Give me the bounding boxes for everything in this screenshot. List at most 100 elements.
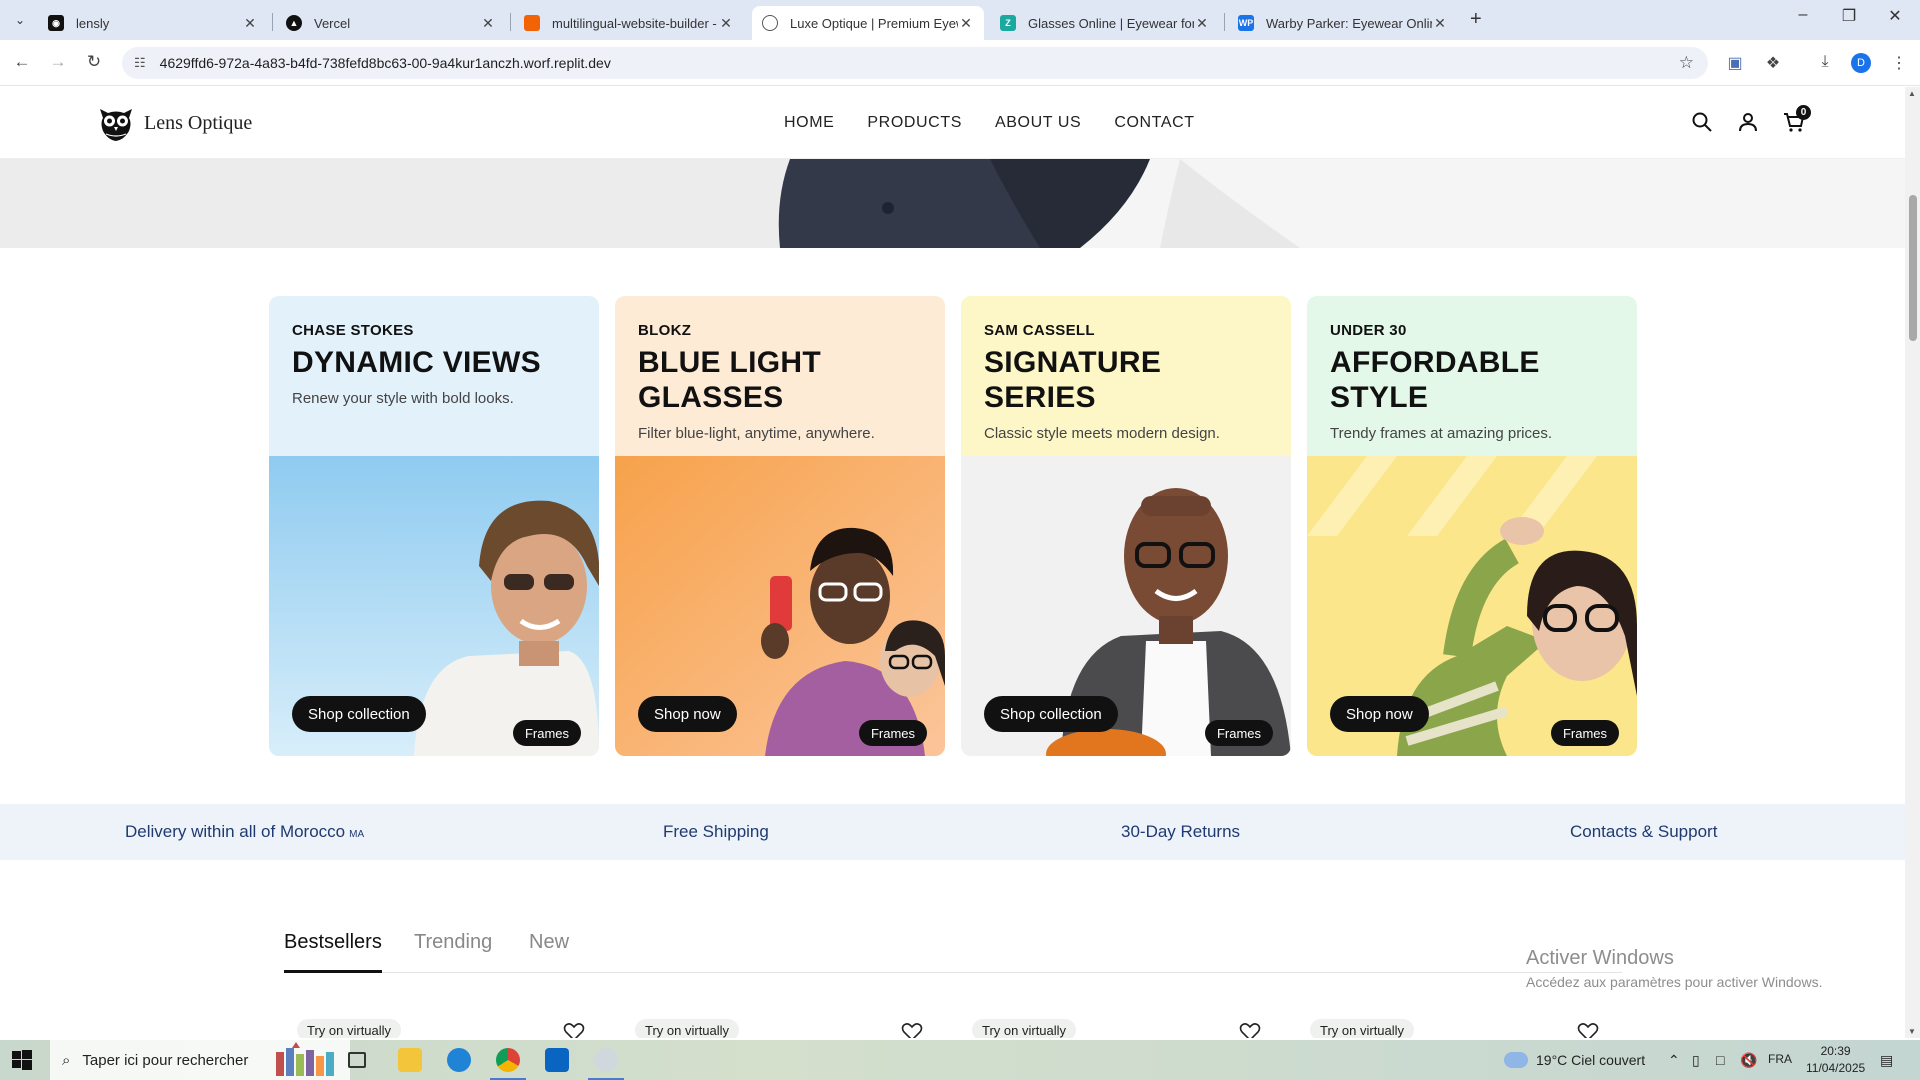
benefit-contacts-support[interactable]: Contacts & Support <box>1570 822 1717 842</box>
nav-contact[interactable]: CONTACT <box>1114 114 1194 132</box>
language-indicator[interactable]: FRA <box>1768 1052 1792 1066</box>
close-tab-icon[interactable]: ✕ <box>958 15 974 32</box>
nav-products[interactable]: PRODUCTS <box>867 114 962 132</box>
try-on-badge[interactable]: Try on virtually <box>635 1019 740 1038</box>
try-on-badge[interactable]: Try on virtually <box>1310 1019 1415 1038</box>
tab-bestsellers[interactable]: Bestsellers <box>284 931 382 954</box>
browser-tab[interactable]: WP Warby Parker: Eyewear Online ✕ <box>1228 6 1458 40</box>
close-tab-icon[interactable]: ✕ <box>1432 15 1448 32</box>
benefit-free-shipping[interactable]: Free Shipping <box>663 822 769 842</box>
frames-tag[interactable]: Frames <box>1204 720 1273 746</box>
new-tab-plus-icon[interactable]: + <box>1470 8 1482 31</box>
benefit-returns[interactable]: 30-Day Returns <box>1121 822 1240 842</box>
frames-tag[interactable]: Frames <box>1550 720 1619 746</box>
frames-tag[interactable]: Frames <box>512 720 581 746</box>
browser-menu-icon[interactable]: ⋮ <box>1888 53 1910 73</box>
browser-tab[interactable]: ▲ Vercel ✕ <box>276 6 506 40</box>
weather-text[interactable]: 19°C Ciel couvert <box>1536 1052 1645 1068</box>
site-info-icon[interactable]: ☷ <box>134 55 146 71</box>
product-tabs: Bestsellers Trending New <box>284 925 1622 973</box>
shop-collection-button[interactable]: Shop collection <box>984 696 1118 732</box>
github-icon: ◉ <box>48 15 64 31</box>
profile-avatar[interactable]: D <box>1851 53 1871 73</box>
tray-chevron-up-icon[interactable]: ⌃ <box>1668 1052 1680 1069</box>
search-highlight-illustration-icon <box>276 1042 334 1076</box>
benefits-bar: Delivery within all of Morocco MA Free Sh… <box>0 804 1905 860</box>
scrollbar-thumb[interactable] <box>1909 195 1917 341</box>
outlook-icon[interactable] <box>545 1048 569 1072</box>
chrome-icon[interactable] <box>490 1048 526 1080</box>
download-icon[interactable]: ⤓ <box>1814 53 1836 71</box>
browser-tab[interactable]: ◉ lensly ✕ <box>38 6 268 40</box>
tab-trending[interactable]: Trending <box>414 931 492 954</box>
back-arrow-icon[interactable]: ← <box>10 52 34 72</box>
network-icon[interactable]: □ <box>1716 1052 1724 1068</box>
browser-tab[interactable]: Z Glasses Online | Eyewear for Ev ✕ <box>990 6 1220 40</box>
benefit-delivery[interactable]: Delivery within all of Morocco MA <box>125 822 364 842</box>
close-tab-icon[interactable]: ✕ <box>718 15 734 32</box>
wishlist-heart-icon[interactable] <box>1577 1022 1599 1038</box>
address-bar[interactable]: ☷ 4629ffd6-972a-4a83-b4fd-738fefd8bc63-0… <box>122 47 1708 79</box>
collection-card[interactable]: BLOKZ BLUE LIGHT GLASSES Filter blue-lig… <box>615 296 945 756</box>
weather-cloud-icon[interactable] <box>1504 1052 1528 1068</box>
card-title: BLUE LIGHT GLASSES <box>638 346 821 414</box>
extensions-puzzle-icon[interactable]: ❖ <box>1762 53 1784 73</box>
user-account-icon[interactable] <box>1737 111 1759 133</box>
try-on-badge[interactable]: Try on virtually <box>297 1019 402 1038</box>
url-text[interactable]: 4629ffd6-972a-4a83-b4fd-738fefd8bc63-00-… <box>160 55 611 71</box>
scroll-up-arrow-icon[interactable]: ▲ <box>1908 89 1916 98</box>
cart-button[interactable]: 0 <box>1783 105 1811 133</box>
notifications-icon[interactable]: ▤ <box>1880 1052 1893 1069</box>
close-tab-icon[interactable]: ✕ <box>1194 15 1210 32</box>
forward-arrow-icon[interactable]: → <box>46 52 70 72</box>
shop-now-button[interactable]: Shop now <box>1330 696 1429 732</box>
card-title: AFFORDABLE STYLE <box>1330 346 1540 414</box>
card-eyebrow: CHASE STOKES <box>292 322 414 339</box>
frames-tag[interactable]: Frames <box>858 720 927 746</box>
try-on-badge[interactable]: Try on virtually <box>972 1019 1077 1038</box>
browser-tab-active[interactable]: Luxe Optique | Premium Eyewe ✕ <box>752 6 984 40</box>
window-close-icon[interactable]: ✕ <box>1872 6 1918 26</box>
wishlist-heart-icon[interactable] <box>901 1022 923 1038</box>
wishlist-heart-icon[interactable] <box>563 1022 585 1038</box>
taskbar-clock[interactable]: 20:39 11/04/2025 <box>1806 1043 1865 1077</box>
minimize-icon[interactable]: – <box>1780 6 1826 24</box>
wishlist-heart-icon[interactable] <box>1239 1022 1261 1038</box>
page-scrollbar[interactable]: ▲ ▼ <box>1905 87 1920 1038</box>
shop-collection-button[interactable]: Shop collection <box>292 696 426 732</box>
bookmark-star-icon[interactable]: ☆ <box>1679 53 1694 73</box>
windows-start-icon[interactable] <box>12 1050 32 1070</box>
active-tab-indicator <box>284 970 382 973</box>
restore-icon[interactable]: ❐ <box>1826 6 1872 26</box>
tab-title: Vercel <box>314 15 351 31</box>
file-explorer-icon[interactable] <box>398 1048 422 1072</box>
hero-photo <box>0 159 1905 248</box>
hero-banner-image <box>0 159 1905 248</box>
shop-now-button[interactable]: Shop now <box>638 696 737 732</box>
site-logo[interactable]: Lens Optique <box>96 103 252 143</box>
wp-icon: WP <box>1238 15 1254 31</box>
nav-home[interactable]: HOME <box>784 114 834 132</box>
volume-muted-icon[interactable]: 🔇 <box>1740 1052 1757 1069</box>
paint-icon[interactable] <box>588 1048 624 1080</box>
tab-new[interactable]: New <box>529 931 569 954</box>
globe-icon <box>762 15 778 31</box>
close-tab-icon[interactable]: ✕ <box>480 15 496 32</box>
browser-tab[interactable]: multilingual-website-builder - F ✕ <box>514 6 744 40</box>
collection-card[interactable]: UNDER 30 AFFORDABLE STYLE Trendy frames … <box>1307 296 1637 756</box>
edge-icon[interactable] <box>447 1048 471 1072</box>
vercel-icon: ▲ <box>286 15 302 31</box>
scroll-down-arrow-icon[interactable]: ▼ <box>1908 1027 1916 1036</box>
reload-icon[interactable]: ↻ <box>82 52 106 72</box>
brand-name: Lens Optique <box>144 111 253 134</box>
nav-about-us[interactable]: ABOUT US <box>995 114 1081 132</box>
collection-card[interactable]: SAM CASSELL SIGNATURE SERIES Classic sty… <box>961 296 1291 756</box>
taskbar-search-box[interactable]: ⌕ Taper ici pour rechercher <box>50 1040 350 1080</box>
collection-card[interactable]: CHASE STOKES DYNAMIC VIEWS Renew your st… <box>269 296 599 756</box>
search-icon[interactable] <box>1691 111 1713 133</box>
close-tab-icon[interactable]: ✕ <box>242 15 258 32</box>
task-view-icon[interactable] <box>348 1052 366 1068</box>
tab-search-chevron-icon[interactable]: ⌄ <box>8 8 32 32</box>
battery-icon[interactable]: ▯ <box>1692 1052 1700 1069</box>
translate-extension-icon[interactable]: ▣ <box>1724 53 1746 73</box>
